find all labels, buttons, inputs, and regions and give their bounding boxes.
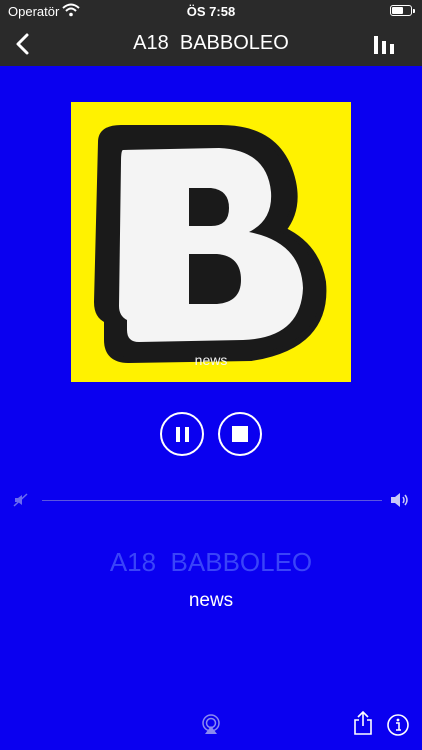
- nav-bar: A18 BABBOLEO: [0, 22, 422, 66]
- back-chevron-icon[interactable]: [8, 28, 40, 60]
- babboleo-logo: [94, 125, 327, 363]
- battery-icon: [390, 5, 415, 16]
- station-artwork: news: [71, 102, 351, 382]
- volume-high-icon: [391, 493, 408, 507]
- pause-icon: [176, 427, 180, 442]
- station-name: A18 BABBOLEO: [109, 547, 313, 577]
- clock: ÖS 7:58: [186, 4, 236, 19]
- volume-low-icon: [13, 493, 28, 507]
- share-icon[interactable]: [352, 710, 374, 736]
- airplay-icon[interactable]: [199, 713, 223, 735]
- info-icon[interactable]: [387, 714, 409, 736]
- pause-icon-bar: [185, 427, 189, 442]
- volume-slider[interactable]: [42, 500, 382, 501]
- status-bar: Operatör ÖS 7:58: [0, 0, 422, 22]
- pause-button[interactable]: [160, 412, 204, 456]
- stop-icon: [232, 426, 248, 442]
- stop-button[interactable]: [218, 412, 262, 456]
- station-genre: news: [188, 590, 234, 611]
- page-title: A18 BABBOLEO: [133, 32, 289, 54]
- equalizer-icon[interactable]: [372, 32, 396, 56]
- artwork-caption: news: [194, 352, 228, 368]
